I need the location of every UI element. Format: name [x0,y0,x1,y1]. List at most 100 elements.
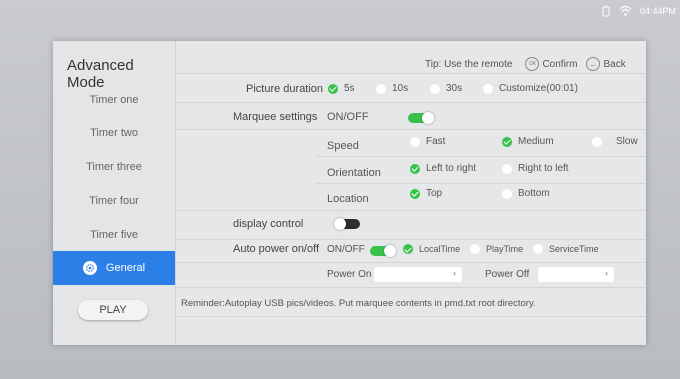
toggle-knob [334,218,346,230]
toggle-knob [384,245,396,257]
option-label: Left to right [426,163,477,174]
auto-power-label: Auto power on/off [233,243,320,255]
marquee-settings-label: Marquee settings [233,111,318,123]
radio-icon [533,244,543,254]
marquee-toggle[interactable] [408,112,434,124]
radio-icon [502,163,512,174]
reminder-text: Reminder:Autoplay USB pics/videos. Put m… [181,298,536,309]
location-label: Location [327,193,369,205]
radio-icon [376,83,386,94]
gear-icon [82,261,97,275]
orientation-row: Orientation Left to right Right to left [316,157,646,184]
option-label: Bottom [518,188,550,199]
option-label: Right to left [518,163,569,174]
sidebar-item-general[interactable]: General [53,251,175,285]
marquee-onoff-label: ON/OFF [327,111,369,123]
check-icon [410,163,420,174]
option-label: Customize(00:01) [499,83,578,94]
duration-option-5s[interactable]: 5s [328,83,355,94]
tip-row: Tip: Use the remote OK Confirm ← Back [176,41,646,74]
reminder-row: Reminder:Autoplay USB pics/videos. Put m… [176,288,646,317]
option-label: Fast [426,136,446,147]
duration-option-customize[interactable]: Customize(00:01) [483,83,578,94]
option-label: PlayTime [486,244,524,254]
tip-text: Tip: Use the remote [425,58,513,70]
speed-option-slow[interactable]: Slow [592,136,638,147]
check-icon [403,244,413,254]
speed-option-medium[interactable]: Medium [502,136,554,147]
option-label: LocalTime [419,244,461,254]
auto-power-toggle[interactable] [370,245,396,257]
picture-duration-label: Picture duration [246,83,324,95]
power-off-time-field[interactable]: › [538,267,614,282]
display-control-row: display control [176,211,646,240]
sidebar-item-label: Timer two [90,127,138,139]
general-settings: Tip: Use the remote OK Confirm ← Back Pi… [176,41,646,345]
remote-tip: Tip: Use the remote OK Confirm ← Back [425,57,626,71]
speed-label: Speed [327,140,359,152]
wifi-icon [619,5,632,17]
toggle-knob [422,112,434,124]
option-label: 30s [446,83,463,94]
location-option-top[interactable]: Top [410,188,442,199]
sidebar-item-label: General [105,262,146,274]
display-control-toggle[interactable] [334,218,360,230]
speed-option-fast[interactable]: Fast [410,136,445,147]
tip-back: Back [603,58,626,70]
duration-option-10s[interactable]: 10s [376,83,408,94]
auto-power-onoff-label: ON/OFF [327,244,365,255]
orientation-option-right-to-left[interactable]: Right to left [502,163,569,174]
radio-icon [502,188,512,199]
advanced-mode-panel: Advanced Mode Timer one Timer two Timer … [53,41,646,345]
clock: 04:44PM [639,6,676,16]
radio-icon [592,136,602,147]
sidebar-item-timer-five[interactable]: Timer five [53,218,175,252]
power-off-label: Power Off [485,269,530,280]
battery-icon [601,5,611,17]
sidebar: Advanced Mode Timer one Timer two Timer … [53,41,176,345]
option-label: Medium [518,136,554,147]
sidebar-item-label: Timer four [89,195,139,207]
display-control-label: display control [233,218,304,230]
status-bar: 04:44PM [601,0,680,22]
sidebar-item-label: Timer five [90,229,138,241]
power-times-row: Power On › Power Off › [176,263,646,288]
auto-power-row: Auto power on/off ON/OFF LocalTime PlayT… [176,240,646,263]
check-icon [328,83,338,94]
duration-option-30s[interactable]: 30s [430,83,462,94]
power-mode-option-localtime[interactable]: LocalTime [403,244,460,254]
ok-icon: OK [525,57,540,71]
back-arrow-icon: ← [586,57,601,71]
radio-icon [430,83,440,94]
picture-duration-row: Picture duration 5s 10s 30s Customize(00… [176,74,646,103]
power-on-time-field[interactable]: › [374,267,462,282]
check-icon [410,188,420,199]
speed-row: Speed Fast Medium Slow [316,130,646,157]
chevron-right-icon: › [453,268,456,278]
option-label: Top [426,188,443,199]
orientation-option-left-to-right[interactable]: Left to right [410,163,476,174]
sidebar-item-timer-one[interactable]: Timer one [53,83,175,117]
option-label: 5s [344,83,355,94]
sidebar-item-timer-two[interactable]: Timer two [53,116,175,150]
sidebar-item-timer-four[interactable]: Timer four [53,184,175,218]
option-label: ServiceTime [549,244,599,254]
location-option-bottom[interactable]: Bottom [502,188,550,199]
sidebar-item-label: Timer three [86,161,142,173]
orientation-label: Orientation [327,167,381,179]
radio-icon [410,136,420,147]
tip-confirm: Confirm [542,58,578,70]
location-row: Location Top Bottom [176,184,646,211]
sidebar-item-timer-three[interactable]: Timer three [53,150,175,184]
ok-icon-label: OK [528,61,537,67]
sidebar-item-label: Timer one [89,94,139,106]
play-button[interactable]: PLAY [78,300,148,320]
check-icon [502,136,512,147]
chevron-right-icon: › [605,268,608,278]
power-mode-option-playtime[interactable]: PlayTime [470,244,523,254]
power-mode-option-servicetime[interactable]: ServiceTime [533,244,599,254]
marquee-row: Marquee settings ON/OFF [176,103,646,130]
radio-icon [483,83,493,94]
radio-icon [470,244,480,254]
option-label: 10s [392,83,409,94]
